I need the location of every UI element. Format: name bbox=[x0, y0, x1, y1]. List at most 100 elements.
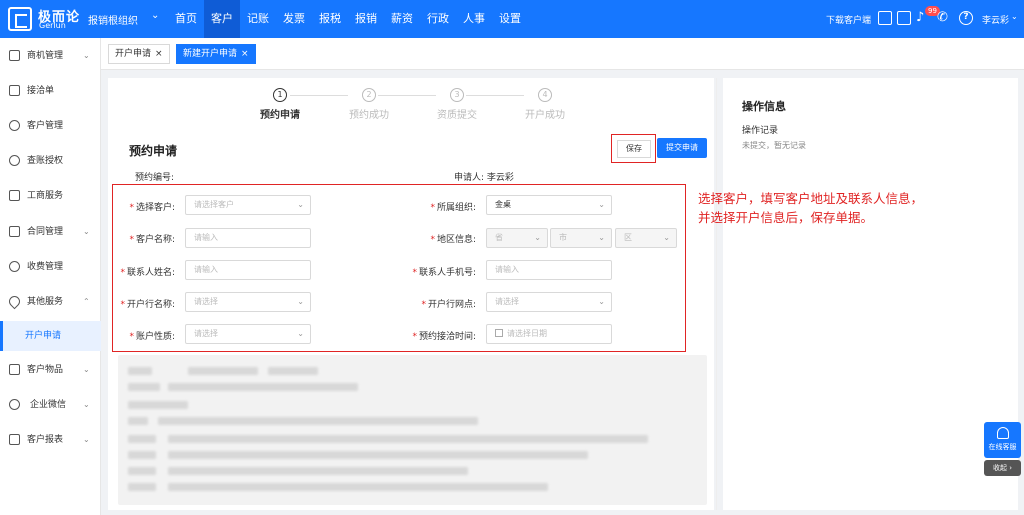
nav-customer[interactable]: 客户 bbox=[204, 0, 240, 38]
id-card-icon bbox=[9, 190, 20, 201]
submit-button[interactable]: 提交申请 bbox=[657, 138, 707, 158]
tab-account-application[interactable]: 开户申请 × bbox=[108, 44, 170, 64]
chevron-down-icon: ⌄ bbox=[83, 435, 90, 444]
box-icon bbox=[9, 364, 20, 375]
bar-chart-icon bbox=[9, 434, 20, 445]
customer-select[interactable]: 请选择客户 ⌄ bbox=[185, 195, 311, 215]
chat-icon bbox=[9, 399, 20, 410]
nav-tax[interactable]: 报税 bbox=[312, 0, 348, 38]
nav-salary[interactable]: 薪资 bbox=[384, 0, 420, 38]
operation-log-label: 操作记录 bbox=[742, 126, 779, 136]
customer-label: * 选择客户: bbox=[129, 203, 175, 213]
logo-icon bbox=[8, 7, 32, 31]
empty-log-text: 未提交，暂无记录 bbox=[742, 141, 806, 150]
chevron-down-icon: ⌄ bbox=[83, 365, 90, 374]
chevron-down-icon: ⌄ bbox=[663, 233, 670, 242]
bank-branch-select[interactable]: 请选择 ⌄ bbox=[486, 292, 612, 312]
booking-number: 预约编号: bbox=[135, 173, 175, 183]
org-switcher[interactable]: 报销根组织 bbox=[88, 12, 138, 27]
province-select[interactable]: 省 ⌄ bbox=[486, 228, 548, 248]
close-icon[interactable]: × bbox=[241, 49, 249, 59]
section-title: 预约申请 bbox=[129, 144, 178, 158]
close-icon[interactable]: × bbox=[155, 49, 163, 59]
appointment-time-label: * 预约接洽时间: bbox=[412, 332, 476, 342]
operation-info-title: 操作信息 bbox=[742, 100, 786, 113]
chevron-down-icon: ⌄ bbox=[83, 51, 90, 60]
region-label: * 地区信息: bbox=[430, 235, 476, 245]
sidebar-item-customer-mgmt[interactable]: 客户管理 bbox=[0, 111, 101, 141]
bell-icon[interactable]: ♪ bbox=[916, 10, 924, 25]
user-icon bbox=[9, 120, 20, 131]
main-nav: 首页 客户 记账 发票 报税 报销 薪资 行政 人事 设置 bbox=[168, 0, 528, 38]
sidebar-item-wecom[interactable]: 企业微信 ⌄ bbox=[0, 390, 101, 420]
online-service-button[interactable]: 在线客服 bbox=[984, 422, 1021, 458]
highlight-box bbox=[611, 134, 656, 163]
step-4: 4 开户成功 bbox=[525, 88, 565, 121]
coin-icon bbox=[9, 261, 20, 272]
sidebar-item-opportunity[interactable]: 商机管理 ⌄ bbox=[0, 41, 101, 71]
blurred-content bbox=[118, 355, 707, 505]
contact-name-input[interactable]: 请输入 bbox=[185, 260, 311, 280]
chevron-down-icon[interactable]: ⌄ bbox=[1011, 12, 1018, 21]
logo[interactable]: 极而论 Gerlun bbox=[8, 5, 80, 33]
sidebar-item-contact-order[interactable]: 接洽单 bbox=[0, 76, 101, 106]
top-navbar: 极而论 Gerlun 报销根组织 ⌄ 首页 客户 记账 发票 报税 报销 薪资 … bbox=[0, 0, 1024, 38]
nav-reimburse[interactable]: 报销 bbox=[348, 0, 384, 38]
chevron-down-icon: ⌄ bbox=[83, 400, 90, 409]
bank-branch-label: * 开户行网点: bbox=[421, 300, 476, 310]
nav-settings[interactable]: 设置 bbox=[492, 0, 528, 38]
city-select[interactable]: 市 ⌄ bbox=[550, 228, 612, 248]
chevron-down-icon: ⌄ bbox=[534, 233, 541, 242]
sidebar-item-customer-reports[interactable]: 客户报表 ⌄ bbox=[0, 425, 101, 455]
contact-phone-label: * 联系人手机号: bbox=[412, 268, 476, 278]
appointment-date-picker[interactable]: 请选择日期 bbox=[486, 324, 612, 344]
page-tabs: 开户申请 × 新建开户申请 × bbox=[101, 38, 1024, 70]
chevron-down-icon: ⌄ bbox=[297, 329, 304, 338]
step-3: 3 资质提交 bbox=[437, 88, 477, 121]
contract-icon bbox=[9, 226, 20, 237]
user-check-icon bbox=[9, 155, 20, 166]
customer-name-input[interactable]: 请输入 bbox=[185, 228, 311, 248]
nav-home[interactable]: 首页 bbox=[168, 0, 204, 38]
heart-icon bbox=[6, 293, 23, 310]
chevron-down-icon[interactable]: ⌄ bbox=[151, 10, 159, 21]
user-name[interactable]: 李云彩 bbox=[982, 13, 1009, 26]
help-icon[interactable]: ? bbox=[959, 11, 973, 25]
customer-name-label: * 客户名称: bbox=[129, 235, 175, 245]
headset-icon[interactable]: ✆ bbox=[937, 10, 948, 25]
logo-subtext: Gerlun bbox=[39, 21, 66, 30]
calendar-icon bbox=[495, 329, 503, 337]
tab-new-account-application[interactable]: 新建开户申请 × bbox=[176, 44, 256, 64]
district-select[interactable]: 区 ⌄ bbox=[615, 228, 677, 248]
chevron-down-icon: ⌄ bbox=[598, 233, 605, 242]
bank-name-select[interactable]: 请选择 ⌄ bbox=[185, 292, 311, 312]
step-1: 1 预约申请 bbox=[260, 88, 300, 121]
contact-phone-input[interactable]: 请输入 bbox=[486, 260, 612, 280]
instruction-annotation: 选择客户，填写客户地址及联系人信息， 并选择开户信息后，保存单据。 bbox=[698, 191, 924, 225]
chevron-down-icon: ⌄ bbox=[598, 200, 605, 209]
chevron-down-icon: ⌄ bbox=[598, 297, 605, 306]
divider bbox=[716, 78, 717, 510]
opportunity-icon bbox=[9, 50, 20, 61]
collapse-button[interactable]: 收起 › bbox=[984, 460, 1021, 476]
org-label: * 所属组织: bbox=[430, 203, 476, 213]
step-2: 2 预约成功 bbox=[349, 88, 389, 121]
org-select[interactable]: 金桌 ⌄ bbox=[486, 195, 612, 215]
scan-icon[interactable] bbox=[878, 11, 892, 25]
sidebar-item-audit-auth[interactable]: 查账授权 bbox=[0, 146, 101, 176]
nav-admin[interactable]: 行政 bbox=[420, 0, 456, 38]
clipboard-icon[interactable] bbox=[897, 11, 911, 25]
account-type-select[interactable]: 请选择 ⌄ bbox=[185, 324, 311, 344]
applicant: 申请人: 李云彩 bbox=[454, 173, 514, 183]
nav-invoice[interactable]: 发票 bbox=[276, 0, 312, 38]
handshake-icon bbox=[9, 85, 20, 96]
account-type-label: * 账户性质: bbox=[129, 332, 175, 342]
nav-hr[interactable]: 人事 bbox=[456, 0, 492, 38]
nav-bookkeeping[interactable]: 记账 bbox=[240, 0, 276, 38]
headset-icon: 在线客服 bbox=[988, 443, 1017, 451]
chevron-down-icon: ⌄ bbox=[297, 297, 304, 306]
sidebar-item-customer-goods[interactable]: 客户物品 ⌄ bbox=[0, 355, 101, 385]
contact-name-label: * 联系人姓名: bbox=[120, 268, 175, 278]
download-client-link[interactable]: 下载客户端 bbox=[826, 13, 871, 26]
bank-name-label: * 开户行名称: bbox=[120, 300, 175, 310]
